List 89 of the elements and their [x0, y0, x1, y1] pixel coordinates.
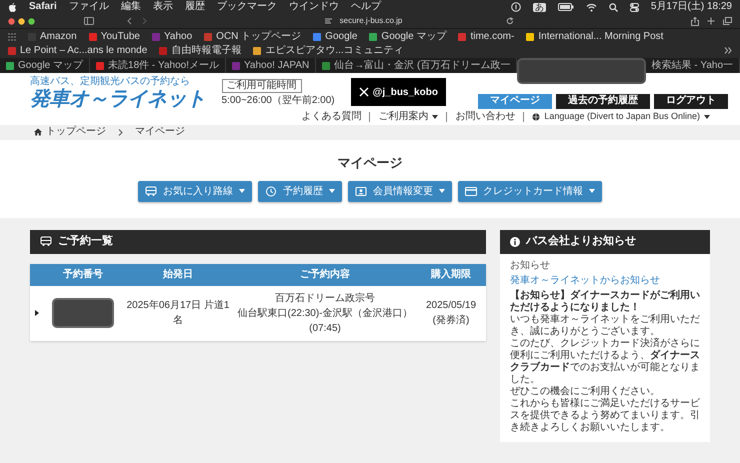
menu-item[interactable]: ブックマーク [216, 2, 277, 12]
menu-item[interactable]: 履歴 [184, 2, 205, 12]
reload-icon[interactable] [506, 17, 514, 25]
menu-button[interactable]: 会員情報変更 [348, 180, 452, 202]
share-icon[interactable] [691, 16, 699, 26]
notice-category: お知らせ [510, 260, 551, 272]
bookmark[interactable]: Google [313, 30, 358, 43]
bookmark[interactable]: Le Point – Ac...ans le monde [8, 44, 148, 57]
menu-item[interactable]: ヘルプ [350, 2, 381, 12]
table-cell-text: 2025/05/19 (発券済) [424, 299, 478, 328]
bookmark[interactable]: エピスピアタウ...コミュニティ [253, 44, 404, 57]
caret-icon [432, 114, 438, 118]
id-card-icon [355, 186, 367, 196]
notice-paragraph: いつも発車オ～ライネットをご利用いただき、誠にありがとうございます。 [510, 314, 700, 338]
bookmark[interactable]: YouTube [88, 30, 140, 43]
notice-paragraph: このたび、クレジットカード決済がさらに便利にご利用いただけるよう、ダイナースクラブカードでのお支払いが可能となりました。 [510, 338, 700, 386]
table-cell-text: 2025年06月17日 片道1名 [126, 298, 230, 328]
notice-paragraph: ぜひこの機会にご利用ください。 [510, 386, 661, 398]
input-mode-indicator[interactable]: あ [532, 2, 546, 12]
battery-icon[interactable] [558, 3, 574, 11]
x-logo-icon [358, 87, 369, 98]
app-menu[interactable]: Safari [29, 2, 57, 12]
notice-link[interactable]: 発車オ～ライネットからお知らせ [510, 274, 700, 286]
menu-button[interactable]: お気に入り路線 [138, 180, 252, 202]
credit-card-icon [465, 186, 477, 196]
tab-overview-icon[interactable] [723, 17, 732, 25]
clock-icon [265, 186, 277, 196]
menu-item[interactable]: 編集 [120, 2, 141, 12]
caret-icon [329, 189, 335, 193]
column-header: 購入期限 [430, 268, 472, 282]
column-header: 予約番号 [62, 268, 104, 282]
header-link[interactable]: ご利用案内 [378, 112, 438, 122]
bookmark[interactable]: time.com- [458, 30, 514, 43]
new-tab-icon[interactable] [707, 17, 715, 25]
panel-title: バス会社よりお知らせ [526, 234, 636, 250]
toggle-switches-icon[interactable] [630, 2, 639, 12]
bookmark[interactable]: International... Morning Post [526, 30, 664, 43]
apple-logo-icon[interactable] [8, 2, 17, 12]
nav-button[interactable]: ログアウト [654, 94, 728, 108]
menu-item[interactable]: 表示 [152, 2, 173, 12]
bookmark[interactable]: OCN トップページ [204, 30, 302, 43]
double-chevron-icon[interactable] [724, 47, 732, 54]
hours-text: 5:00~26:00（翌午前2:00) [222, 96, 335, 106]
menu-item[interactable]: ファイル [68, 2, 109, 12]
caret-icon [239, 189, 245, 193]
menubar-clock[interactable]: 5月17日(土) 18:29 [650, 2, 732, 12]
notice-paragraph: 【お知らせ】ダイナースカードがご利用いただけるようになりました！ [510, 290, 700, 314]
menu-item[interactable]: ウインドウ [288, 2, 339, 12]
bookmark[interactable]: Yahoo [152, 30, 192, 43]
table-cell-text: 百万石ドリーム政宗号 仙台駅東口(22:30)-金沢駅（金沢港口）(07:45) [236, 292, 414, 336]
header-link[interactable]: お問い合わせ [455, 112, 516, 122]
chevron-right-icon [118, 128, 123, 136]
site-logo[interactable]: 発車オ～ライネット [30, 88, 206, 108]
window-controls-icon[interactable] [8, 18, 36, 24]
x-account-button[interactable]: @j_bus_kobo [350, 78, 446, 106]
expand-triangle-icon[interactable] [35, 310, 39, 316]
redacted-block [52, 298, 114, 328]
info-icon [510, 236, 520, 246]
hours-label: ご利用可能時間 [222, 78, 302, 93]
bus-icon [145, 186, 157, 196]
url-text: secure.j-bus.co.jp [340, 17, 402, 25]
breadcrumb-link[interactable]: マイページ [135, 127, 185, 137]
header-link[interactable]: よくある質問 [301, 112, 362, 122]
nav-button[interactable]: 過去の予約履歴 [556, 94, 650, 108]
home-icon [34, 128, 42, 136]
wifi-icon[interactable] [586, 2, 597, 12]
menu-button[interactable]: 予約履歴 [258, 180, 342, 202]
breadcrumb-link[interactable]: トップページ [34, 127, 106, 137]
bookmark[interactable]: 自由時報電子報 [159, 44, 242, 57]
bus-icon [40, 236, 52, 247]
menu-button[interactable]: クレジットカード情報 [458, 180, 602, 202]
globe-icon [532, 112, 540, 120]
page-title: マイページ [338, 156, 402, 168]
column-header: 始発日 [162, 268, 194, 282]
bookmark[interactable]: Google マップ [369, 30, 446, 43]
caret-icon [589, 189, 595, 193]
search-icon[interactable] [608, 2, 618, 12]
bookmark[interactable]: Amazon [28, 30, 77, 43]
notice-paragraph: これからも皆様にご満足いただけるサービスを提供できるよう努めてまいります。引き続きよろしくお願いいたします。 [510, 398, 700, 434]
circled-number-icon[interactable] [510, 2, 521, 12]
column-header: ご予約内容 [299, 267, 351, 282]
page-settings-icon[interactable] [324, 18, 332, 24]
sidebar-icon[interactable] [84, 17, 94, 25]
panel-title: ご予約一覧 [58, 234, 113, 250]
grid-icon[interactable] [8, 32, 16, 40]
tagline: 高速バス、定期観光バスの予約なら [30, 76, 191, 88]
caret-icon [704, 114, 710, 118]
header-link[interactable]: Language (Divert to Japan Bus Online) [532, 112, 710, 121]
caret-icon [439, 189, 445, 193]
